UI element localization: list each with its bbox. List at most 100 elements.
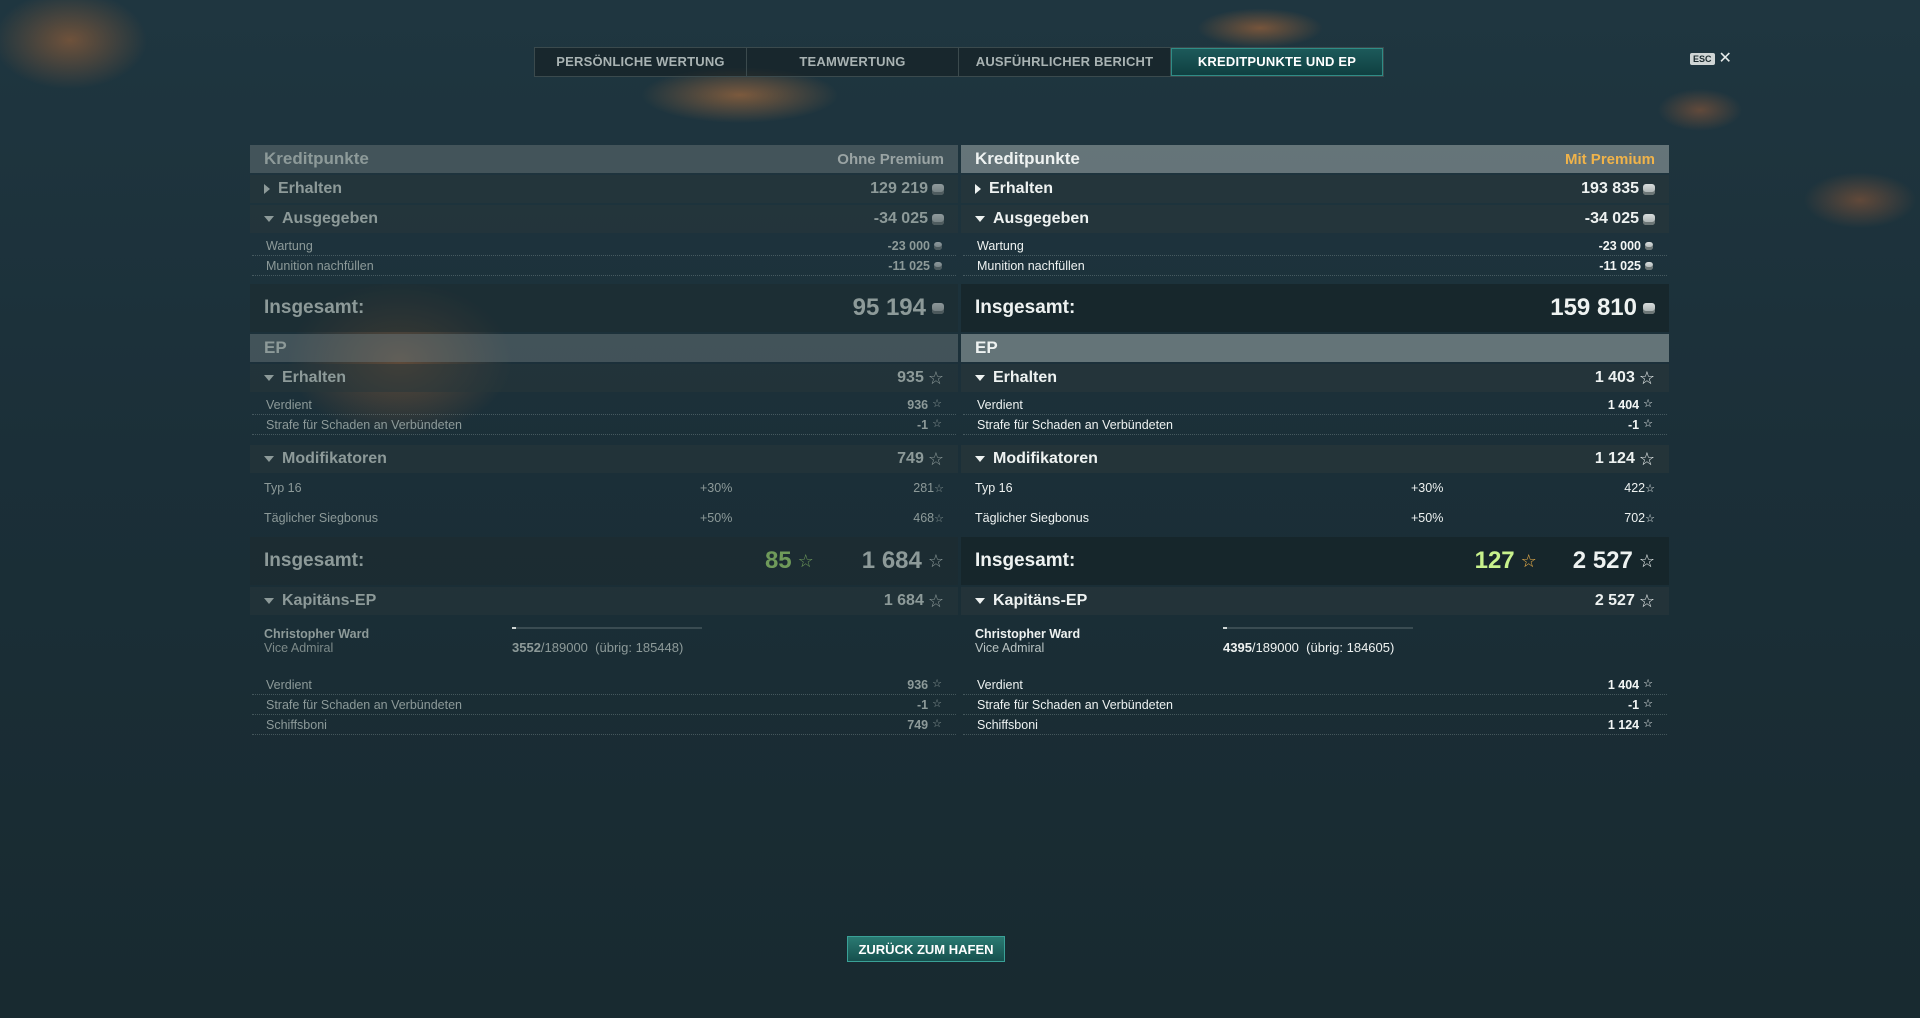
expand-arrow-icon[interactable]: [975, 184, 981, 194]
collapse-arrow-icon[interactable]: [264, 456, 274, 462]
progress-fill: [1223, 627, 1228, 629]
star-icon: ☆: [932, 398, 942, 410]
star-icon: ☆: [1638, 449, 1655, 469]
item-value: 468: [913, 511, 935, 525]
modifier-item: Typ 16 +30% 281☆: [250, 473, 958, 503]
back-to-port-button[interactable]: ZURÜCK ZUM HAFEN: [847, 936, 1005, 962]
credits-coin-icon: [1643, 183, 1655, 195]
free-xp-star-icon: ☆: [797, 551, 814, 571]
panel-with-premium: Kreditpunkte Mit Premium Erhalten 193 83…: [961, 145, 1669, 735]
item-value: 749: [907, 717, 929, 732]
captain-info: Christopher Ward Vice Admiral 4395/18900…: [961, 615, 1669, 663]
item-label: Verdient: [977, 677, 1023, 692]
credits-coin-icon: [1645, 261, 1653, 270]
star-icon: ☆: [932, 678, 942, 690]
credits-earned-row[interactable]: Erhalten 129 219: [250, 175, 958, 203]
expand-arrow-icon[interactable]: [264, 184, 270, 194]
ep-earned-row[interactable]: Erhalten 935 ☆: [250, 364, 958, 392]
list-item: Munition nachfüllen -11 025: [963, 256, 1667, 276]
item-label: Munition nachfüllen: [977, 258, 1085, 273]
star-icon: ☆: [927, 551, 944, 571]
ep-earned-row[interactable]: Erhalten 1 403 ☆: [961, 364, 1669, 392]
credits-spent-row[interactable]: Ausgegeben -34 025: [250, 205, 958, 233]
credits-earned-value: 193 835: [1581, 180, 1639, 197]
credits-earned-row[interactable]: Erhalten 193 835: [961, 175, 1669, 203]
item-value: 281: [913, 481, 935, 495]
captain-xp-text: 3552/189000 (übrig: 185448): [512, 640, 683, 655]
modifier-item: Typ 16 +30% 422☆: [961, 473, 1669, 503]
credits-earned-label: Erhalten: [278, 180, 343, 197]
star-icon: ☆: [934, 483, 944, 495]
captain-xp-row[interactable]: Kapitäns-EP 1 684 ☆: [250, 587, 958, 615]
item-value: -23 000: [1598, 238, 1641, 253]
credits-earned-label: Erhalten: [989, 180, 1054, 197]
modifier-percent: +30%: [700, 481, 733, 495]
list-item: Strafe für Schaden an Verbündeten -1 ☆: [963, 695, 1667, 715]
collapse-arrow-icon[interactable]: [264, 375, 274, 381]
credits-spent-label: Ausgegeben: [282, 210, 379, 227]
collapse-arrow-icon[interactable]: [975, 456, 985, 462]
ep-header: EP: [961, 334, 1669, 362]
star-icon: ☆: [1643, 718, 1653, 730]
item-label: Verdient: [266, 677, 312, 692]
credits-spent-value: -34 025: [1584, 210, 1639, 227]
credits-total-row: Insgesamt: 159 810: [961, 284, 1669, 332]
modifier-item: Täglicher Siegbonus +50% 702☆: [961, 503, 1669, 533]
credits-coin-icon: [932, 213, 944, 225]
credits-header: Kreditpunkte Ohne Premium: [250, 145, 958, 173]
star-icon: ☆: [1643, 678, 1653, 690]
credits-spent-value: -34 025: [873, 210, 928, 227]
tab-credits-xp[interactable]: KREDITPUNKTE UND EP: [1171, 48, 1383, 76]
free-xp-value: 127: [1474, 547, 1515, 574]
list-item: Wartung -23 000: [963, 236, 1667, 256]
collapse-arrow-icon[interactable]: [975, 598, 985, 604]
list-item: Verdient 1 404 ☆: [963, 395, 1667, 415]
tab-team-score[interactable]: TEAMWERTUNG: [747, 48, 959, 76]
item-value: 422: [1624, 481, 1646, 495]
modifier-percent: +30%: [1411, 481, 1444, 495]
close-icon[interactable]: ✕: [1719, 51, 1732, 67]
modifiers-value: 749: [897, 450, 924, 467]
captain-xp-progress-bar: [1223, 627, 1413, 629]
list-item: Strafe für Schaden an Verbündeten -1 ☆: [963, 415, 1667, 435]
modifiers-row[interactable]: Modifikatoren 749 ☆: [250, 445, 958, 473]
star-icon: ☆: [1638, 368, 1655, 388]
collapse-arrow-icon[interactable]: [264, 598, 274, 604]
credits-title: Kreditpunkte: [264, 149, 369, 168]
credits-header: Kreditpunkte Mit Premium: [961, 145, 1669, 173]
close-button[interactable]: ESC ✕: [1690, 51, 1732, 67]
ep-earned-value: 1 403: [1594, 369, 1635, 386]
credits-title: Kreditpunkte: [975, 149, 1080, 168]
list-item: Munition nachfüllen -11 025: [252, 256, 956, 276]
tab-detailed-report[interactable]: AUSFÜHRLICHER BERICHT: [959, 48, 1171, 76]
credits-coin-icon: [932, 302, 944, 314]
ep-total-row: Insgesamt: 85 ☆ 1 684 ☆: [250, 537, 958, 585]
captain-xp-value: 2 527: [1594, 592, 1635, 609]
collapse-arrow-icon[interactable]: [264, 216, 274, 222]
ep-earned-value: 935: [897, 369, 924, 386]
star-icon: ☆: [927, 368, 944, 388]
item-label: Typ 16: [975, 481, 1013, 495]
credits-coin-icon: [932, 183, 944, 195]
star-icon: ☆: [1645, 483, 1655, 495]
star-icon: ☆: [927, 591, 944, 611]
collapse-arrow-icon[interactable]: [975, 375, 985, 381]
xp-current: 4395: [1223, 640, 1252, 655]
list-item: Schiffsboni 1 124 ☆: [963, 715, 1667, 735]
collapse-arrow-icon[interactable]: [975, 216, 985, 222]
premium-label: Mit Premium: [1564, 150, 1655, 168]
tab-personal-score[interactable]: PERSÖNLICHE WERTUNG: [535, 48, 747, 76]
captain-xp-progress-bar: [512, 627, 702, 629]
item-label: Strafe für Schaden an Verbündeten: [266, 697, 462, 712]
credits-spent-row[interactable]: Ausgegeben -34 025: [961, 205, 1669, 233]
modifiers-label: Modifikatoren: [282, 450, 387, 467]
credits-earned-value: 129 219: [870, 180, 928, 197]
captain-xp-text: 4395/189000 (übrig: 184605): [1223, 640, 1394, 655]
captain-xp-row[interactable]: Kapitäns-EP 2 527 ☆: [961, 587, 1669, 615]
modifiers-row[interactable]: Modifikatoren 1 124 ☆: [961, 445, 1669, 473]
star-icon: ☆: [1638, 551, 1655, 571]
tab-bar: PERSÖNLICHE WERTUNG TEAMWERTUNG AUSFÜHRL…: [534, 47, 1384, 77]
item-value: -11 025: [888, 258, 930, 273]
item-value: -1: [917, 417, 929, 432]
item-value: -23 000: [887, 238, 930, 253]
